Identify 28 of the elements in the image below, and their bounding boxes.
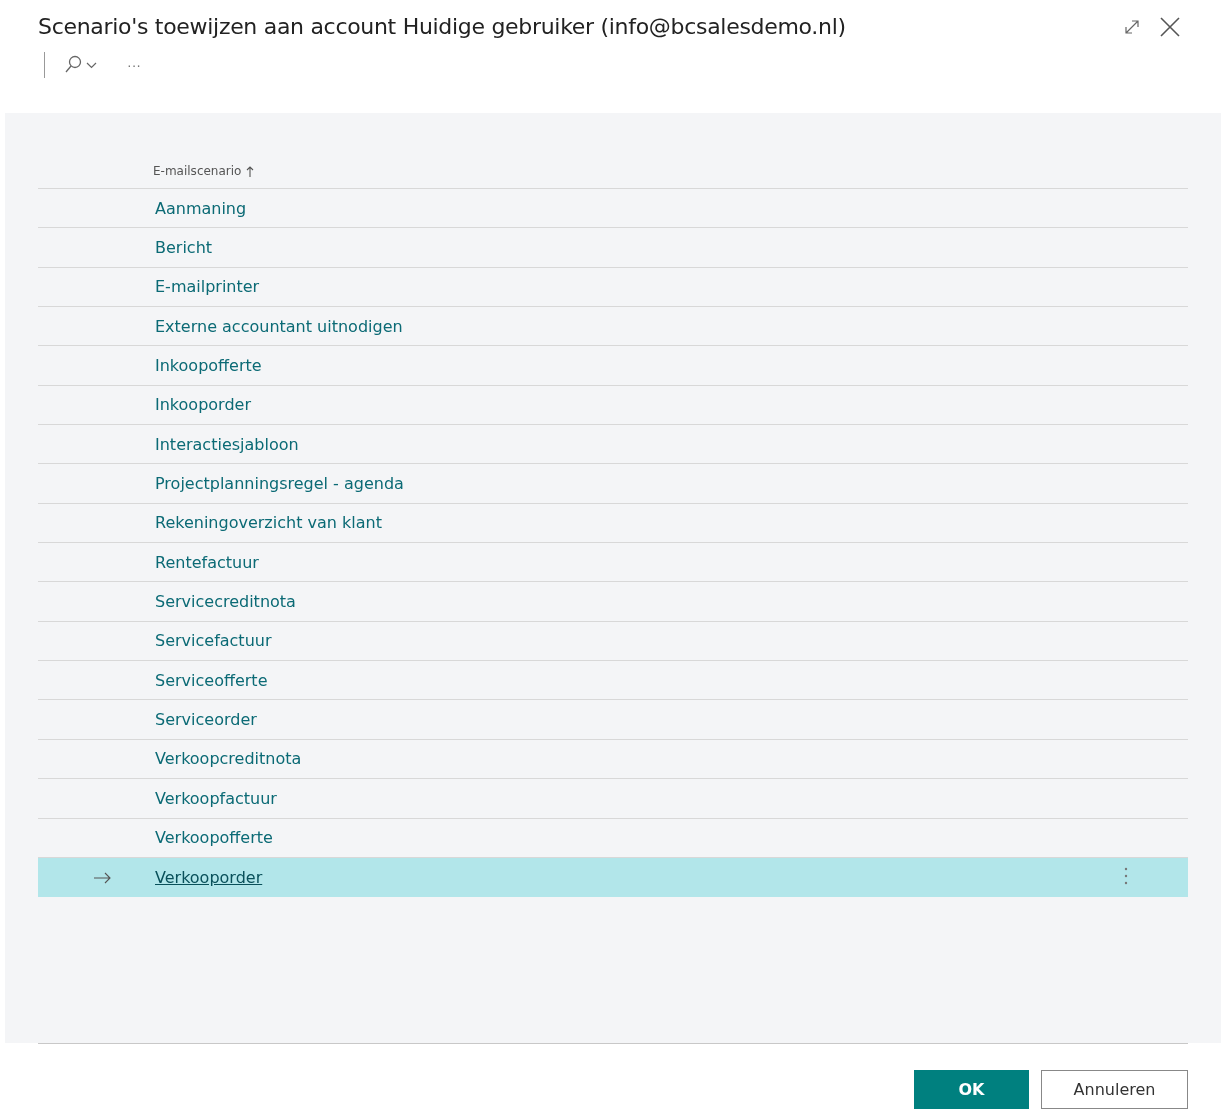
cancel-button[interactable]: Annuleren — [1041, 1070, 1188, 1109]
scenario-link[interactable]: Externe accountant uitnodigen — [155, 316, 403, 336]
scenario-link[interactable]: Rentefactuur — [155, 552, 259, 572]
window-title: Scenario's toewijzen aan account Huidige gebruiker (info@bcsalesdemo.nl) — [38, 14, 847, 39]
scenario-link[interactable]: Inkoopofferte — [155, 356, 262, 376]
scenario-link[interactable]: Interactiesjabloon — [155, 434, 299, 454]
scenario-link[interactable]: Servicefactuur — [155, 631, 272, 651]
scenario-link[interactable]: Verkooporder — [155, 868, 263, 887]
scenario-link[interactable]: Serviceorder — [155, 710, 257, 730]
scenario-link[interactable]: Bericht — [155, 238, 213, 257]
more-button[interactable]: ··· — [127, 57, 141, 73]
scenario-link[interactable]: Servicecreditnota — [155, 592, 296, 612]
scenario-link[interactable]: Rekeningoverzicht van klant — [155, 513, 382, 533]
close-icon[interactable] — [1159, 16, 1181, 38]
ok-button[interactable]: OK — [914, 1070, 1029, 1109]
column-header[interactable]: E-mailscenario — [153, 164, 255, 178]
scenario-link[interactable]: Verkoopfactuur — [155, 788, 277, 808]
scenario-link[interactable]: Aanmaning — [155, 198, 247, 218]
scenario-link[interactable]: Inkooporder — [155, 395, 251, 415]
scenario-link[interactable]: Serviceofferte — [155, 670, 268, 690]
scenario-link[interactable]: Verkoopcreditnota — [155, 749, 302, 769]
scenario-link[interactable]: E-mailprinter — [155, 277, 260, 297]
scenario-link[interactable]: Projectplanningsregel - agenda — [155, 474, 404, 494]
arrow-icon — [92, 871, 111, 884]
expand-icon[interactable] — [1123, 18, 1141, 36]
search-button[interactable] — [63, 55, 99, 75]
scenario-link[interactable]: Verkoopofferte — [155, 828, 273, 848]
selected-row[interactable]: Verkooporder — [38, 857, 1188, 898]
